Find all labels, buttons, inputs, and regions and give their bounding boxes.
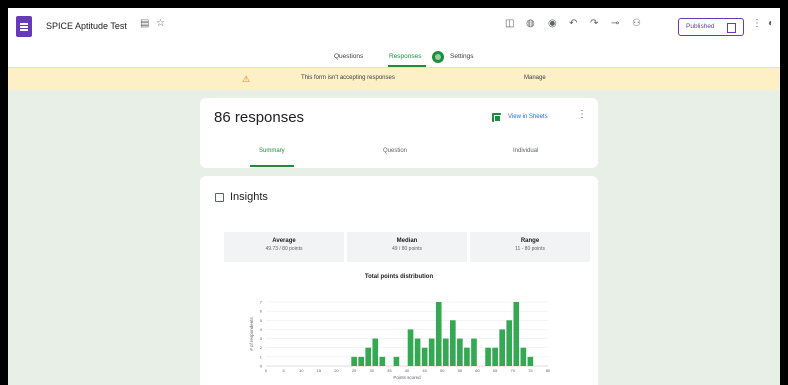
x-tick-label: 70 xyxy=(511,368,516,373)
y-tick-label: 2 xyxy=(260,345,263,350)
x-tick-label: 55 xyxy=(458,368,463,373)
x-tick-label: 0 xyxy=(265,368,268,373)
more-options-icon[interactable]: ⋮ xyxy=(752,19,762,29)
palette-icon[interactable]: ◍ xyxy=(526,19,535,29)
tab-questions[interactable]: Questions xyxy=(334,53,363,60)
bar-6 xyxy=(393,356,400,366)
banner-message: This form isn't accepting responses xyxy=(301,75,395,81)
bar-19 xyxy=(485,347,491,366)
bar-4 xyxy=(379,356,386,366)
x-tick-label: 5 xyxy=(283,368,286,373)
subtab-question[interactable]: Question xyxy=(383,148,407,154)
bar-25 xyxy=(527,356,534,366)
y-tick-label: 0 xyxy=(260,364,263,369)
browser-viewport: SPICE Aptitude Test ▤ ☆ ◫ ◍ ◉ ↶ ↷ ⊸ ⚇ Pu… xyxy=(8,8,780,385)
response-count-badge xyxy=(432,51,444,63)
x-tick-label: 25 xyxy=(352,368,357,373)
x-tick-label: 10 xyxy=(299,368,304,373)
x-tick-label: 80 xyxy=(546,368,551,373)
sheets-icon[interactable] xyxy=(492,113,501,122)
tab-responses[interactable]: Responses xyxy=(389,53,422,60)
move-to-folder-icon[interactable]: ▤ xyxy=(140,19,149,29)
bar-13 xyxy=(442,338,449,366)
active-tab-indicator xyxy=(388,65,426,67)
x-tick-label: 60 xyxy=(475,368,480,373)
x-tick-label: 45 xyxy=(422,368,427,373)
bar-1 xyxy=(358,356,364,366)
preview-eye-icon[interactable]: ◉ xyxy=(548,19,557,29)
bar-20 xyxy=(492,347,498,366)
bar-21 xyxy=(499,329,505,366)
form-title[interactable]: SPICE Aptitude Test xyxy=(46,21,127,31)
app-header: SPICE Aptitude Test ▤ ☆ ◫ ◍ ◉ ↶ ↷ ⊸ ⚇ Pu… xyxy=(8,8,780,46)
x-axis-label: Points scored xyxy=(393,375,421,380)
y-tick-label: 1 xyxy=(260,354,263,359)
responses-count: 86 responses xyxy=(214,109,305,126)
y-tick-label: 7 xyxy=(260,300,263,305)
bar-23 xyxy=(513,302,520,366)
active-subtab-indicator xyxy=(250,165,294,167)
forms-logo-icon[interactable] xyxy=(16,16,32,37)
undo-icon[interactable]: ↶ xyxy=(569,19,577,29)
account-avatar[interactable]: ◐ xyxy=(768,19,774,29)
y-tick-label: 4 xyxy=(260,327,263,332)
y-tick-label: 5 xyxy=(260,318,263,323)
link-icon[interactable]: ⊸ xyxy=(611,19,619,29)
bar-2 xyxy=(365,347,372,366)
bar-17 xyxy=(471,338,477,366)
bar-22 xyxy=(506,320,513,366)
bar-3 xyxy=(372,338,379,366)
bar-9 xyxy=(414,338,421,366)
bar-15 xyxy=(457,338,463,366)
bar-10 xyxy=(421,347,428,366)
y-tick-label: 6 xyxy=(260,309,263,314)
star-icon[interactable]: ☆ xyxy=(156,19,165,29)
bar-16 xyxy=(464,347,470,366)
form-tabs: Questions Responses Settings xyxy=(8,46,780,68)
bar-0 xyxy=(351,356,357,366)
points-distribution-chart: 012345670 5 10 15 20 25 30 35 40 45 50 55 60 65 70 75 80… xyxy=(249,300,551,381)
warning-icon: ⚠ xyxy=(242,74,251,84)
add-collaborators-icon[interactable]: ⚇ xyxy=(632,19,641,29)
addons-icon[interactable]: ◫ xyxy=(505,19,514,29)
not-accepting-banner: ⚠ This form isn't accepting responses Ma… xyxy=(8,68,780,90)
view-in-sheets-link[interactable]: View in Sheets xyxy=(508,114,548,120)
x-tick-label: 15 xyxy=(317,368,322,373)
x-tick-label: 35 xyxy=(387,368,392,373)
insights-card: Insights Average 49.73 / 80 points Media… xyxy=(200,176,598,385)
x-tick-label: 75 xyxy=(528,368,533,373)
y-tick-label: 3 xyxy=(260,336,263,341)
bar-8 xyxy=(407,329,414,366)
more-options-icon[interactable]: ⋮ xyxy=(577,110,587,120)
x-tick-label: 50 xyxy=(440,368,445,373)
bar-14 xyxy=(450,320,456,366)
manage-button[interactable]: Manage xyxy=(524,75,546,81)
subtab-summary[interactable]: Summary xyxy=(259,148,285,154)
redo-icon[interactable]: ↷ xyxy=(590,19,598,29)
x-tick-label: 30 xyxy=(370,368,375,373)
x-tick-label: 65 xyxy=(493,368,498,373)
y-axis-label: # of respondents xyxy=(249,316,254,350)
subtab-individual[interactable]: Individual xyxy=(513,148,538,154)
x-tick-label: 20 xyxy=(334,368,339,373)
bar-12 xyxy=(435,302,442,366)
tab-settings[interactable]: Settings xyxy=(450,53,474,60)
responses-summary-card: 86 responses View in Sheets ⋮ Summary Qu… xyxy=(200,98,598,168)
x-tick-label: 40 xyxy=(405,368,410,373)
bar-24 xyxy=(520,347,527,366)
bar-11 xyxy=(428,338,435,366)
published-button[interactable]: Published xyxy=(678,18,744,36)
